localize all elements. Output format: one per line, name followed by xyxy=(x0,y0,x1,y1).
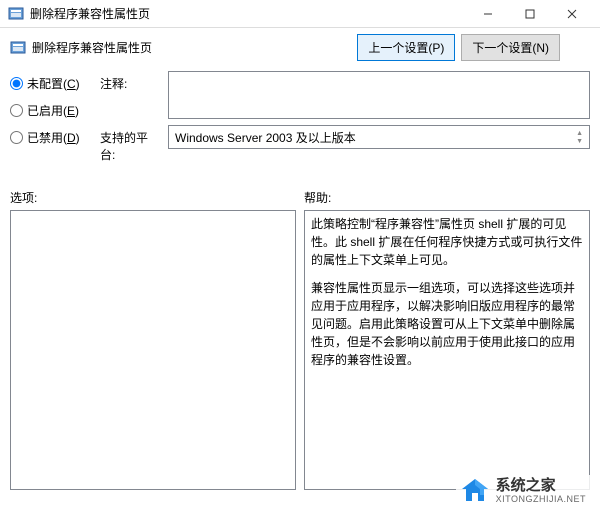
help-paragraph-1: 此策略控制“程序兼容性”属性页 shell 扩展的可见性。此 shell 扩展在… xyxy=(311,215,583,269)
radio-not-configured[interactable]: 未配置(C) xyxy=(10,75,90,92)
options-label: 选项: xyxy=(10,189,296,206)
watermark-logo-icon xyxy=(460,477,490,506)
prev-setting-button[interactable]: 上一个设置(P) xyxy=(357,34,455,61)
platform-label: 支持的平台: xyxy=(100,125,160,163)
lower-section: 选项: 帮助: 此策略控制“程序兼容性”属性页 shell 扩展的可见性。此 s… xyxy=(0,181,600,490)
header-row: 删除程序兼容性属性页 上一个设置(P) 下一个设置(N) xyxy=(0,28,600,71)
close-button[interactable] xyxy=(552,2,592,26)
window-controls xyxy=(468,2,592,26)
state-radio-group: 未配置(C) 已启用(E) 已禁用(D) xyxy=(10,71,90,163)
header-title: 删除程序兼容性属性页 xyxy=(32,39,152,56)
watermark-title: 系统之家 xyxy=(496,478,586,495)
titlebar-title: 删除程序兼容性属性页 xyxy=(30,5,150,22)
radio-not-configured-input[interactable] xyxy=(10,77,23,90)
comment-label: 注释: xyxy=(100,71,160,119)
radio-not-configured-label: 未配置(C) xyxy=(27,75,80,92)
radio-disabled[interactable]: 已禁用(D) xyxy=(10,129,90,146)
help-paragraph-2: 兼容性属性页显示一组选项，可以选择这些选项并应用于应用程序，以解决影响旧版应用程… xyxy=(311,279,583,369)
supported-platform-field: Windows Server 2003 及以上版本 ▲▼ xyxy=(168,125,590,149)
radio-enabled-label: 已启用(E) xyxy=(27,102,79,119)
help-box: 此策略控制“程序兼容性”属性页 shell 扩展的可见性。此 shell 扩展在… xyxy=(304,210,590,490)
help-label: 帮助: xyxy=(304,189,590,206)
maximize-button[interactable] xyxy=(510,2,550,26)
titlebar: 删除程序兼容性属性页 xyxy=(0,0,600,28)
supported-platform-value: Windows Server 2003 及以上版本 xyxy=(175,129,356,146)
app-icon xyxy=(8,6,24,22)
next-setting-button[interactable]: 下一个设置(N) xyxy=(461,34,560,61)
radio-disabled-label: 已禁用(D) xyxy=(27,129,80,146)
radio-enabled[interactable]: 已启用(E) xyxy=(10,102,90,119)
comment-field[interactable] xyxy=(168,71,590,119)
policy-icon xyxy=(10,40,26,56)
radio-enabled-input[interactable] xyxy=(10,104,23,117)
radio-disabled-input[interactable] xyxy=(10,131,23,144)
minimize-button[interactable] xyxy=(468,2,508,26)
watermark: 系统之家 XITONGZHIJIA.NET xyxy=(456,475,590,508)
watermark-url: XITONGZHIJIA.NET xyxy=(496,495,586,505)
options-box xyxy=(10,210,296,490)
config-area: 未配置(C) 已启用(E) 已禁用(D) 注释: 支持的平台: Windows … xyxy=(0,71,600,163)
scroll-arrows-icon[interactable]: ▲▼ xyxy=(576,130,583,145)
